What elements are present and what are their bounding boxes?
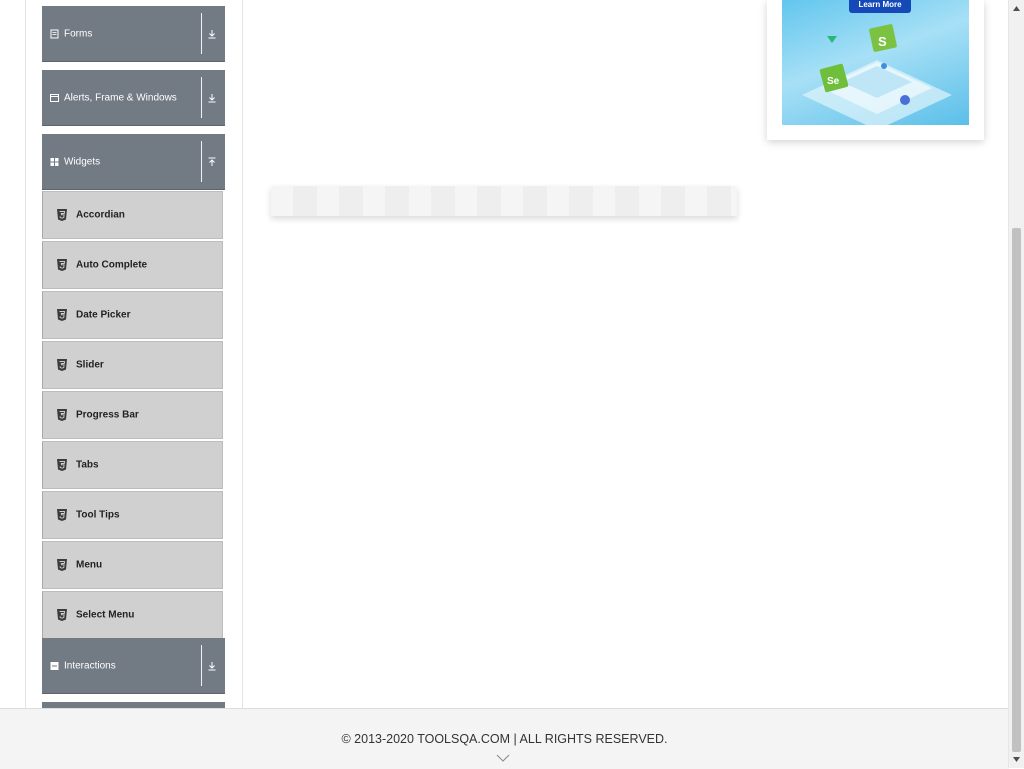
menu-item-label: Accordian <box>76 209 125 221</box>
group-header-alerts[interactable]: Alerts, Frame & Windows <box>42 70 225 126</box>
group-header-widgets[interactable]: Widgets <box>42 134 225 190</box>
ad-card[interactable]: S Se Learn More <box>767 0 984 140</box>
chevron-down-icon[interactable] <box>496 753 510 763</box>
menu-item-label: Tabs <box>76 459 99 471</box>
group-divider <box>201 77 202 118</box>
faded-banner <box>271 186 737 216</box>
group-divider <box>201 645 202 686</box>
vertical-scrollbar[interactable] <box>1008 0 1024 768</box>
square-icon <box>50 661 59 670</box>
scroll-down-arrow-icon[interactable] <box>1012 755 1021 764</box>
html5-icon <box>57 559 67 571</box>
html5-icon <box>57 259 67 271</box>
scrollbar-thumb[interactable] <box>1012 228 1021 752</box>
window-icon <box>50 93 59 102</box>
download-arrow-icon[interactable] <box>207 29 217 39</box>
group-label-alerts: Alerts, Frame & Windows <box>64 92 177 103</box>
menu-item-accordian[interactable]: Accordian <box>42 191 223 239</box>
footer: © 2013-2020 TOOLSQA.COM | ALL RIGHTS RES… <box>0 708 1009 769</box>
footer-copyright: © 2013-2020 TOOLSQA.COM | ALL RIGHTS RES… <box>341 732 668 746</box>
menu-item-tool-tips[interactable]: Tool Tips <box>42 491 223 539</box>
menu-item-date-picker[interactable]: Date Picker <box>42 291 223 339</box>
menu-item-select-menu[interactable]: Select Menu <box>42 591 223 639</box>
menu-item-label: Progress Bar <box>76 409 139 421</box>
menu-item-progress-bar[interactable]: Progress Bar <box>42 391 223 439</box>
menu-item-label: Tool Tips <box>76 509 120 521</box>
menu-item-label: Select Menu <box>76 609 135 621</box>
html5-icon <box>57 309 67 321</box>
html5-icon <box>57 409 67 421</box>
menu-item-label: Menu <box>76 559 103 571</box>
menu-item-label: Date Picker <box>76 309 131 321</box>
group-label-interactions: Interactions <box>64 660 116 671</box>
html5-icon <box>57 359 67 371</box>
html5-icon <box>57 459 67 471</box>
grid-icon <box>50 157 59 166</box>
group-header-forms[interactable]: Forms <box>42 6 225 62</box>
menu-item-auto-complete[interactable]: Auto Complete <box>42 241 223 289</box>
menu-item-label: Slider <box>76 359 104 371</box>
group-divider <box>201 141 202 182</box>
ad-illustration: S Se <box>802 24 952 125</box>
menu-item-menu[interactable]: Menu <box>42 541 223 589</box>
widgets-submenu: Accordian Auto Complete Date Picker Slid… <box>42 191 223 641</box>
html5-icon <box>57 209 67 221</box>
menu-item-tabs[interactable]: Tabs <box>42 441 223 489</box>
menu-item-slider[interactable]: Slider <box>42 341 223 389</box>
document-icon <box>50 29 59 38</box>
group-header-interactions[interactable]: Interactions <box>42 638 225 694</box>
svg-text:Se: Se <box>827 76 840 87</box>
download-arrow-icon[interactable] <box>207 93 217 103</box>
group-label-widgets: Widgets <box>64 156 101 167</box>
group-label-forms: Forms <box>64 28 93 39</box>
ad-image[interactable]: S Se Learn More <box>782 0 969 125</box>
group-divider <box>201 13 202 54</box>
scroll-up-arrow-icon[interactable] <box>1012 4 1021 13</box>
download-arrow-icon[interactable] <box>207 661 217 671</box>
html5-icon <box>57 609 67 621</box>
upload-arrow-icon[interactable] <box>207 157 217 167</box>
learn-more-button[interactable]: Learn More <box>849 0 911 13</box>
svg-text:S: S <box>878 34 887 49</box>
html5-icon <box>57 509 67 521</box>
menu-item-label: Auto Complete <box>76 259 148 271</box>
